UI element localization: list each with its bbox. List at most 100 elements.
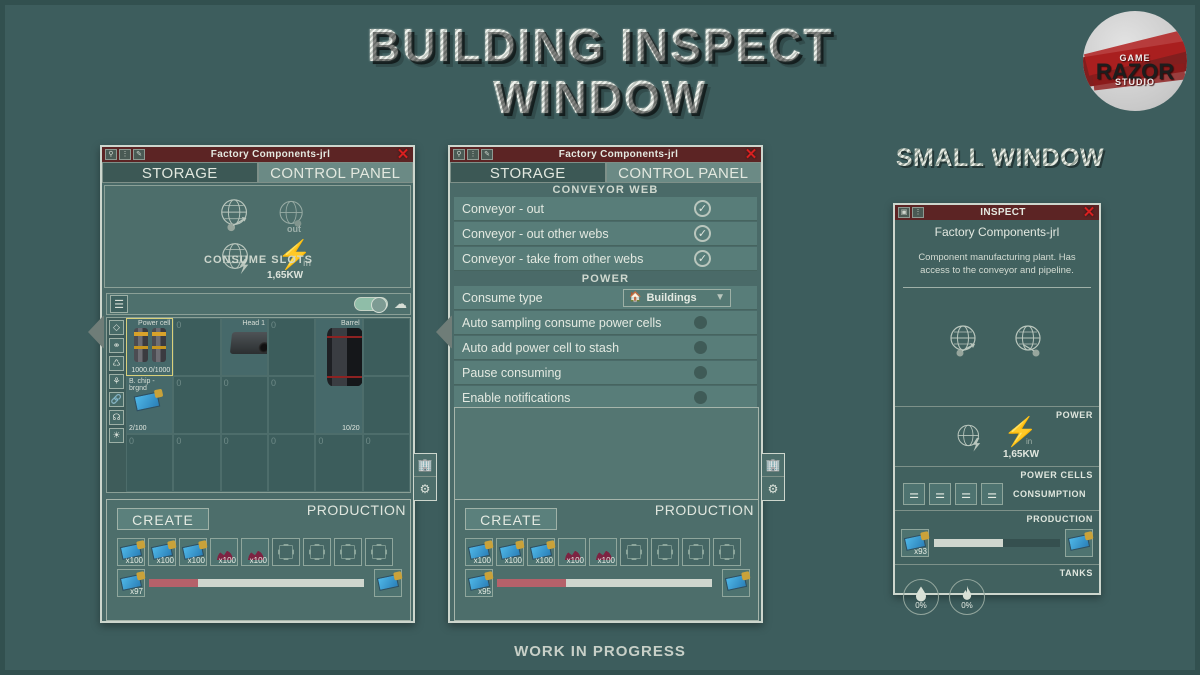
checkmark-icon[interactable]: ✓ <box>694 225 711 242</box>
globe-in-icon[interactable] <box>1010 322 1050 362</box>
checkmark-icon[interactable]: ✓ <box>694 200 711 217</box>
window2-prev-arrow[interactable] <box>436 315 452 349</box>
cells-icon[interactable]: ⚌ <box>903 483 925 505</box>
tab-storage[interactable]: STORAGE <box>102 162 258 183</box>
production-slot[interactable]: x100 <box>527 538 555 566</box>
grid-cell-chip[interactable]: B. chip - brgnd 2/100 <box>126 376 174 434</box>
globe-in-group[interactable]: out <box>275 198 309 234</box>
link-icon[interactable]: 🔗 <box>109 392 124 407</box>
window1-prev-arrow[interactable] <box>88 315 104 349</box>
diamond-icon[interactable]: ◇ <box>109 320 124 335</box>
setting-row[interactable]: Auto add power cell to stash <box>454 336 757 360</box>
edit-icon[interactable]: ✎ <box>133 149 145 160</box>
grid-cell[interactable]: 0 <box>362 434 410 492</box>
wrench-icon[interactable]: ⚘ <box>109 374 124 389</box>
storage-toggle[interactable] <box>354 297 388 313</box>
recycle-icon[interactable]: ♺ <box>109 356 124 371</box>
cells-icon[interactable]: ⚌ <box>981 483 1003 505</box>
grid-cell[interactable]: 0 <box>173 434 221 492</box>
production-slot-empty[interactable] <box>303 538 331 566</box>
production-slot[interactable]: x100 <box>117 538 145 566</box>
grid-cell-head[interactable]: Head 1 <box>220 318 268 376</box>
consume-type-dropdown[interactable]: 🏠 Buildings ▼ <box>623 288 731 307</box>
tab-storage[interactable]: STORAGE <box>450 162 606 183</box>
cells-icon[interactable]: ⚌ <box>929 483 951 505</box>
production-slot[interactable]: x100 <box>465 538 493 566</box>
gears-icon[interactable]: ⚙ <box>414 477 436 500</box>
production-output-slot[interactable] <box>722 569 750 597</box>
grid-cell[interactable]: 0 <box>267 376 316 434</box>
window2-titlebar[interactable]: ⚲ ⋮ ✎ Factory Components-jrl ✕ <box>450 147 761 162</box>
power-settings-list[interactable]: Consume type 🏠 Buildings ▼ Auto sampling… <box>450 286 761 410</box>
layers-icon[interactable]: ☰ <box>110 295 128 313</box>
toggle-dot[interactable] <box>694 366 707 379</box>
globe-out-group[interactable] <box>217 196 255 234</box>
grid-cell[interactable] <box>362 376 410 434</box>
toggle-dot[interactable] <box>694 316 707 329</box>
production-slot-empty[interactable] <box>334 538 362 566</box>
production-slot[interactable]: x100 <box>558 538 586 566</box>
grid-cell[interactable]: 0 <box>126 434 174 492</box>
grid-cell[interactable]: 0 <box>315 434 363 492</box>
production-slot[interactable]: x100 <box>179 538 207 566</box>
grid-cell[interactable]: 0 <box>173 376 221 434</box>
consume-slots-grid[interactable]: Power cell 1000.0/1000 0 Head 1 0 Barrel… <box>126 318 410 492</box>
production-slot[interactable]: x100 <box>589 538 617 566</box>
window2-side-buttons[interactable]: 🏢 ⚙ <box>761 453 785 501</box>
window-inspect[interactable]: ▣ ⋮ INSPECT ✕ Factory Components-jrl Com… <box>893 203 1101 615</box>
building-icon[interactable]: 🏢 <box>762 454 784 477</box>
create-button[interactable]: CREATE <box>465 508 557 530</box>
tab-control-panel[interactable]: CONTROL PANEL <box>605 162 761 183</box>
globe-out-icon[interactable] <box>945 322 985 362</box>
production-slot[interactable]: x100 <box>496 538 524 566</box>
window1-production-slots[interactable]: x100 x100 x100 x100 x100 <box>107 530 410 566</box>
window1-titlebar[interactable]: ⚲ ⋮ ✎ Factory Components-jrl ✕ <box>102 147 413 162</box>
production-slot-empty[interactable] <box>713 538 741 566</box>
grid-cell[interactable]: 0 <box>173 318 221 376</box>
production-slot-empty[interactable] <box>272 538 300 566</box>
water-drop-icon[interactable]: 0% <box>903 579 939 615</box>
pipette-icon[interactable]: ☊ <box>109 410 124 425</box>
grid-cell-barrel[interactable]: Barrel 10/20 <box>315 318 363 434</box>
info-icon[interactable]: ⋮ <box>119 149 131 160</box>
globe-out-icon[interactable] <box>217 196 255 234</box>
inspect-icon[interactable]: ⚲ <box>105 149 117 160</box>
window2-tabs[interactable]: STORAGE CONTROL PANEL <box>450 162 761 183</box>
info-icon[interactable]: ⋮ <box>467 149 479 160</box>
molecule-icon[interactable]: ⚭ <box>109 338 124 353</box>
window1-side-rail[interactable]: ◇ ⚭ ♺ ⚘ 🔗 ☊ ☀ <box>107 318 126 492</box>
toggle-dot[interactable] <box>694 341 707 354</box>
setting-row[interactable]: Auto sampling consume power cells <box>454 311 757 335</box>
building-icon[interactable]: 🏢 <box>414 454 436 477</box>
checkmark-icon[interactable]: ✓ <box>694 250 711 267</box>
window-control-panel[interactable]: ⚲ ⋮ ✎ Factory Components-jrl ✕ STORAGE C… <box>436 145 785 623</box>
camera-icon[interactable]: ▣ <box>898 207 910 218</box>
production-input-slot[interactable]: x95 <box>465 569 493 597</box>
production-slot[interactable]: x100 <box>148 538 176 566</box>
globe-power-icon[interactable] <box>953 421 987 455</box>
grid-cell[interactable]: 0 <box>267 434 316 492</box>
grid-cell[interactable]: 0 <box>267 318 316 376</box>
grid-cell[interactable] <box>362 318 410 376</box>
close-icon[interactable]: ✕ <box>396 147 410 162</box>
production-output-slot[interactable] <box>1065 529 1093 557</box>
production-slot[interactable]: x100 <box>241 538 269 566</box>
toggle-dot[interactable] <box>694 391 707 404</box>
production-slot-empty[interactable] <box>651 538 679 566</box>
create-button[interactable]: CREATE <box>117 508 209 530</box>
info-icon[interactable]: ⋮ <box>912 207 924 218</box>
globe-icon[interactable]: ☀ <box>109 428 124 443</box>
cloud-icon[interactable]: ☁ <box>394 296 407 312</box>
production-slot-empty[interactable] <box>365 538 393 566</box>
close-icon[interactable]: ✕ <box>1082 205 1096 220</box>
production-slot-empty[interactable] <box>620 538 648 566</box>
window-storage[interactable]: ⚲ ⋮ ✎ Factory Components-jrl ✕ STORAGE C… <box>88 145 437 623</box>
edit-icon[interactable]: ✎ <box>481 149 493 160</box>
flame-icon[interactable]: 0% <box>949 579 985 615</box>
window1-side-buttons[interactable]: 🏢 ⚙ <box>413 453 437 501</box>
production-output-slot[interactable] <box>374 569 402 597</box>
gears-icon[interactable]: ⚙ <box>762 477 784 500</box>
grid-cell[interactable]: 0 <box>220 376 268 434</box>
close-icon[interactable]: ✕ <box>744 147 758 162</box>
setting-row[interactable]: Pause consuming <box>454 361 757 385</box>
